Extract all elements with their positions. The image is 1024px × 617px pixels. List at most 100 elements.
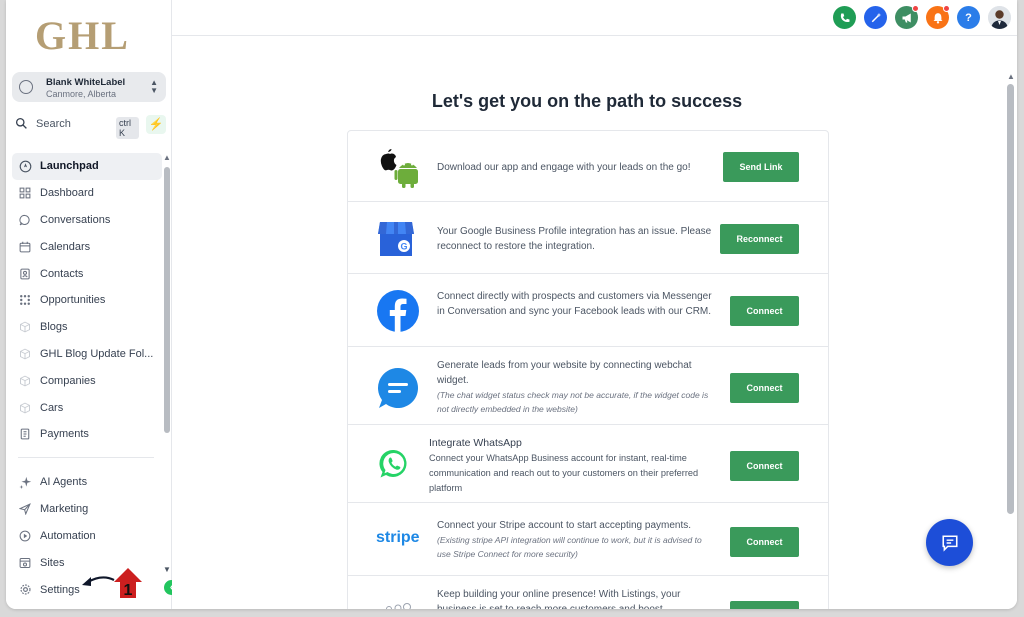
sidebar-item-marketing[interactable]: Marketing [12,496,162,523]
stripe-icon: stripe [376,529,420,546]
connect-whatsapp-button[interactable]: Connect [730,451,799,481]
search-button[interactable]: Search ctrl K [12,115,139,139]
chat-widget-button[interactable] [926,519,973,566]
search-shortcut: ctrl K [116,117,139,139]
sidebar-item-launchpad[interactable]: Launchpad [12,153,162,180]
sidebar-scrollbar[interactable]: ▲ ▼ [163,153,171,578]
sidebar-item-label: Payments [40,428,89,441]
scrollbar-thumb[interactable] [164,167,170,433]
avatar[interactable] [988,6,1011,29]
sidebar-item-label: Conversations [40,213,111,226]
task-text: Connect your WhatsApp Business account f… [429,453,699,493]
task-row-whatsapp: Integrate WhatsApp Connect your WhatsApp… [348,425,828,503]
notifications-button[interactable] [926,5,950,29]
sidebar-item-automation[interactable]: Automation [12,523,162,550]
scroll-up-arrow-icon[interactable]: ▲ [1007,72,1015,81]
task-description: Integrate WhatsApp Connect your WhatsApp… [429,436,714,496]
task-list-card: Download our app and engage with your le… [347,130,829,609]
connect-facebook-button[interactable]: Connect [730,296,799,326]
sidebar-item-cars[interactable]: Cars [12,394,162,421]
whatsapp-icon [379,449,407,478]
task-title: Integrate WhatsApp [429,437,522,449]
sidebar-item-label: GHL Blog Update Fol... [40,347,154,360]
main-nav: Launchpad Dashboard Conversations Calend… [12,153,162,448]
sidebar-item-conversations[interactable]: Conversations [12,207,162,234]
sidebar-item-label: Opportunities [40,294,106,307]
sidebar-item-label: Cars [40,401,64,414]
task-row-webchat: Generate leads from your website by conn… [348,347,828,425]
listings-button[interactable] [730,601,799,609]
grid-icon [18,186,32,200]
sidebar-item-dashboard[interactable]: Dashboard [12,180,162,207]
chat-icon [941,534,958,552]
sidebar-item-label: Calendars [40,240,91,253]
sidebar-item-label: Marketing [40,503,89,516]
cube-icon [18,401,32,415]
sidebar-item-label: AI Agents [40,476,88,489]
cube-icon [18,374,32,388]
reconnect-button[interactable]: Reconnect [720,224,799,254]
listings-icon [386,603,411,609]
sidebar-item-opportunities[interactable]: Opportunities [12,287,162,314]
phone-icon [840,13,849,22]
receipt-icon [18,427,32,441]
brand-logo[interactable]: GHL [35,12,130,59]
task-row-facebook: Connect directly with prospects and cust… [348,274,828,347]
webchat-icon [378,368,418,408]
sidebar: GHL Blank WhiteLabel Canmore, Alberta ▲ ▼… [6,0,172,609]
play-circle-icon [18,529,32,543]
account-location: Canmore, Alberta [46,89,117,99]
magic-wand-button[interactable] [864,6,887,29]
bell-icon [933,12,942,24]
quick-action-bolt-icon[interactable]: ⚡ [146,115,166,134]
chat-bubble-icon [18,213,32,227]
pipeline-icon [18,293,32,307]
mobile-apps-icon [380,149,418,188]
connect-stripe-button[interactable]: Connect [730,527,799,557]
sidebar-item-label: Automation [40,529,96,542]
task-description: Connect your Stripe account to start acc… [437,518,712,561]
sidebar-item-ghl-blog-update[interactable]: GHL Blog Update Fol... [12,341,162,368]
scrollbar-thumb[interactable] [1007,84,1014,514]
sidebar-item-ai-agents[interactable]: AI Agents [12,469,162,496]
page-title: Let's get you on the path to success [431,91,743,111]
connect-webchat-button[interactable]: Connect [730,373,799,403]
sidebar-item-companies[interactable]: Companies [12,367,162,394]
task-description: Keep building your online presence! With… [437,589,681,609]
cube-icon [18,320,32,334]
sidebar-item-contacts[interactable]: Contacts [12,260,162,287]
annotation-arrow-icon: 1 [82,568,142,599]
help-icon: ? [965,11,972,24]
browser-icon [18,556,32,570]
account-switcher[interactable]: Blank WhiteLabel Canmore, Alberta ▲ ▼ [12,72,166,102]
scroll-up-arrow-icon[interactable]: ▲ [163,153,171,162]
chevron-up-down-icon: ▲ ▼ [150,78,158,95]
scroll-down-arrow-icon[interactable]: ▼ [163,565,171,574]
task-description: Connect directly with prospects and cust… [437,291,712,317]
sparkle-icon [18,475,32,489]
sidebar-item-payments[interactable]: Payments [12,421,162,448]
main-scrollbar[interactable]: ▲ [1007,72,1015,609]
sidebar-item-label: Blogs [40,321,68,334]
task-text: Generate leads from your website by conn… [437,360,692,386]
phone-button[interactable] [833,6,856,29]
task-row-google-business: G Your Google Business Profile integrati… [348,202,828,274]
send-link-button[interactable]: Send Link [723,152,799,182]
task-note: (Existing stripe API integration will co… [437,535,702,559]
task-row-mobile-app: Download our app and engage with your le… [348,131,828,202]
sidebar-divider [18,457,154,458]
facebook-icon [377,290,419,332]
announcements-button[interactable] [895,5,919,29]
sidebar-item-calendars[interactable]: Calendars [12,233,162,260]
task-row-listings: Keep building your online presence! With… [348,576,828,609]
sidebar-item-blogs[interactable]: Blogs [12,314,162,341]
top-bar: ? [172,0,1017,36]
location-pin-icon [19,80,33,94]
sidebar-item-label: Sites [40,556,65,569]
sidebar-item-label: Contacts [40,267,84,280]
help-button[interactable]: ? [957,6,980,29]
task-description: Download our app and engage with your le… [437,162,691,173]
cube-icon [18,347,32,361]
task-note: (The chat widget status check may not be… [437,390,709,414]
search-label: Search [36,118,71,130]
